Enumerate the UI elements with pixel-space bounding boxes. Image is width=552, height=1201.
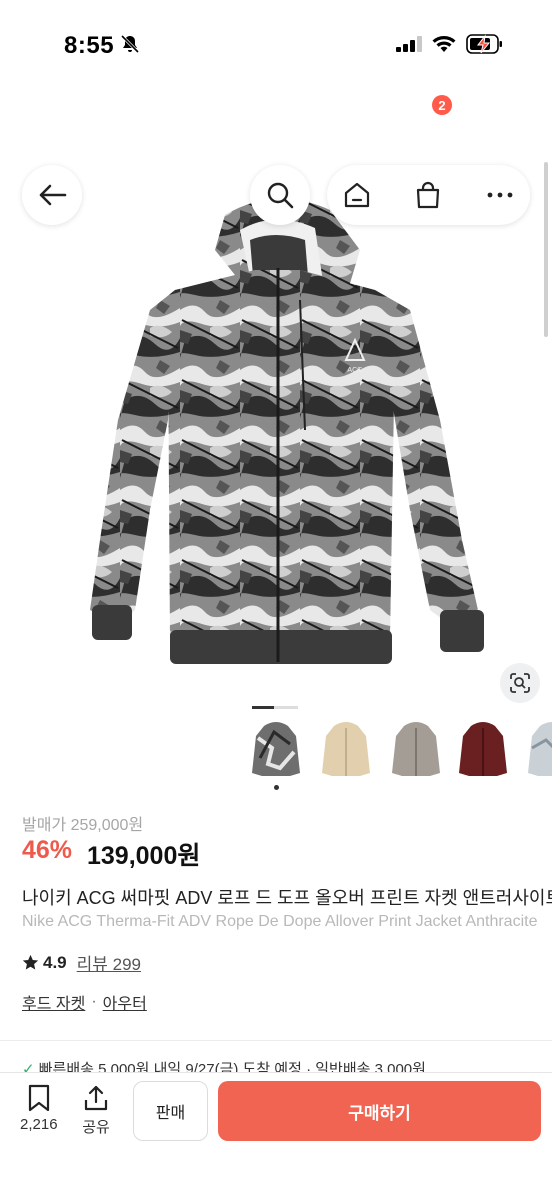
product-title: 나이키 ACG 써마핏 ADV 로프 드 도프 올오버 프린트 자켓 앤트러사이…: [22, 888, 552, 908]
svg-text:ACG: ACG: [347, 367, 362, 374]
bookmark-button[interactable]: 2,216: [20, 1084, 58, 1133]
header-actions: [327, 165, 530, 225]
image-search-button[interactable]: [500, 663, 540, 703]
shipping-text: 빠른배송 5,000원 내일 9/27(금) 도착 예정 · 일반배송 3,00…: [38, 1061, 426, 1072]
carousel-pager: [252, 696, 298, 714]
cart-count-badge: 2: [432, 95, 452, 115]
home-icon: [344, 182, 370, 208]
rating-value: 4.9: [43, 952, 67, 972]
thumbnail-strip[interactable]: [250, 718, 552, 782]
category-link-hood-jacket[interactable]: 후드 자켓: [22, 990, 85, 1014]
thumbnail-5[interactable]: [526, 718, 552, 780]
category-link-outer[interactable]: 아우터: [103, 990, 147, 1014]
bookmark-count: 2,216: [20, 1116, 58, 1133]
status-time: 8:55: [64, 32, 115, 59]
shopping-bag-icon: [416, 181, 440, 209]
wifi-icon: [432, 36, 456, 52]
divider: [0, 1040, 552, 1041]
more-button[interactable]: [470, 165, 530, 225]
rating-row: 4.9 리뷰 299: [22, 950, 141, 975]
share-button[interactable]: 공유: [82, 1084, 110, 1137]
sale-price: 139,000원: [87, 842, 201, 870]
shipping-info[interactable]: ✓ 빠른배송 5,000원 내일 9/27(금) 도착 예정 · 일반배송 3,…: [22, 1058, 552, 1072]
thumbnail-4[interactable]: [457, 718, 509, 780]
star-icon: [22, 954, 39, 970]
status-bar: 8:55: [0, 0, 552, 80]
share-label: 공유: [82, 1119, 110, 1136]
check-icon: ✓: [22, 1061, 35, 1072]
battery-charging-icon: [466, 34, 502, 54]
buy-button[interactable]: 구매하기: [218, 1081, 541, 1141]
arrow-left-icon: [39, 184, 67, 206]
thumbnail-2[interactable]: [320, 718, 372, 780]
share-icon: [84, 1085, 108, 1111]
discount-rate: 46%: [22, 836, 73, 864]
bookmark-icon: [28, 1084, 49, 1112]
pager-dot: [274, 706, 298, 709]
review-link[interactable]: 리뷰 299: [77, 950, 141, 975]
back-button[interactable]: [22, 165, 82, 225]
product-image-carousel[interactable]: ACG: [0, 80, 552, 720]
product-title-english: Nike ACG Therma-Fit ADV Rope De Dope All…: [22, 913, 538, 930]
original-price: 발매가 259,000원: [22, 817, 144, 834]
cart-button[interactable]: [398, 165, 458, 225]
thumbnail-3[interactable]: [390, 718, 442, 780]
home-button[interactable]: [327, 165, 387, 225]
search-icon: [267, 182, 294, 209]
sell-button[interactable]: 판매: [133, 1081, 208, 1141]
cellular-signal-icon: [396, 36, 422, 52]
more-dots-icon: [487, 192, 513, 198]
pager-dot-active: [252, 706, 274, 709]
category-row: 후드 자켓 · 아우터: [22, 990, 147, 1014]
lens-scan-icon: [510, 673, 530, 693]
scrollbar[interactable]: [544, 162, 548, 337]
thumbnail-selected-indicator: [274, 785, 279, 790]
bell-muted-icon: [120, 34, 140, 54]
search-button[interactable]: [250, 165, 310, 225]
category-separator: ·: [91, 993, 97, 1010]
thumbnail-1[interactable]: [250, 718, 302, 780]
